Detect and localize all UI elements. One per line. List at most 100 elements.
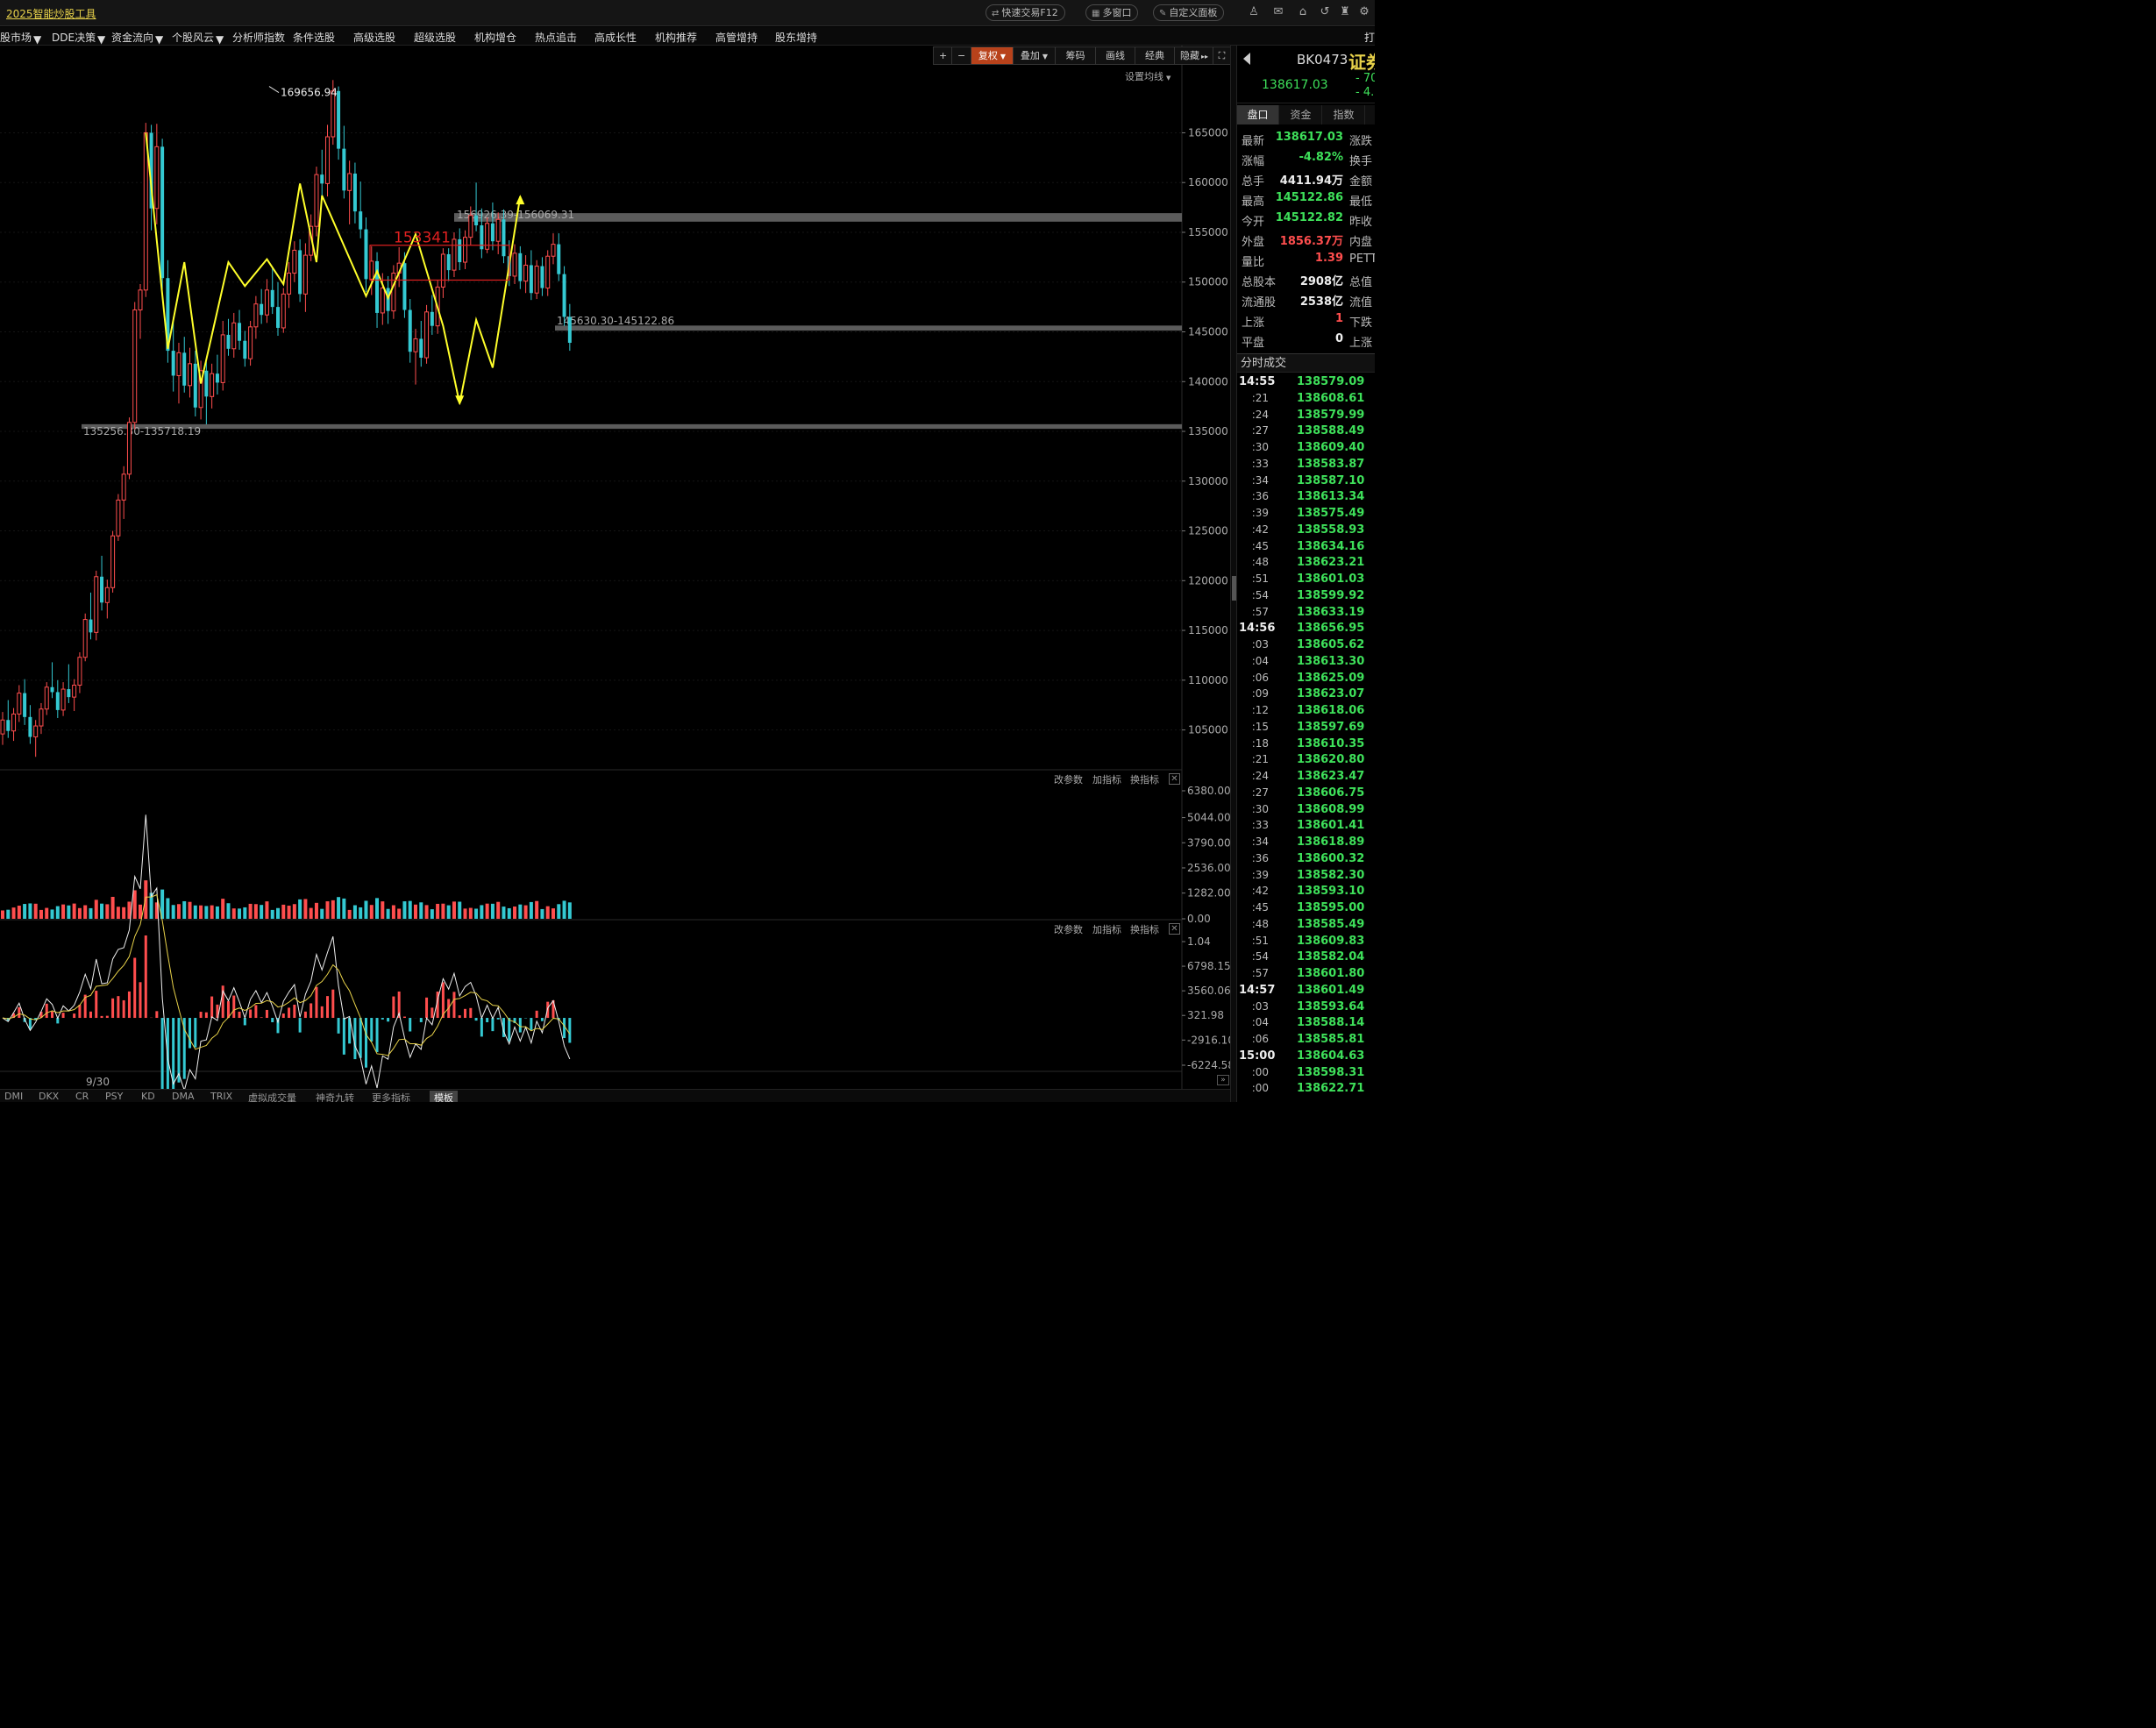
candle-body: [380, 288, 385, 314]
quote-label-secondary: PETTM: [1349, 252, 1375, 266]
menu-item[interactable]: 热点追击: [535, 30, 577, 45]
volume-panel: 6380.00 5044.00 3790.00 2536.00 1282.00 0.00: [1, 785, 1231, 925]
macd-tick-label: 6798.15: [1187, 960, 1231, 972]
menu-item[interactable]: 股东增持: [775, 30, 817, 45]
home-icon[interactable]: ⌂: [1296, 5, 1310, 19]
quote-label: 涨幅: [1242, 155, 1265, 168]
panel-splitter[interactable]: [1230, 46, 1237, 1102]
price-axis: 165000 160000 155000 150000 145000 140000 1350…: [1182, 126, 1228, 736]
tick-time: :57: [1251, 967, 1269, 979]
close-icon[interactable]: ✕: [1169, 923, 1180, 935]
indicator-tab[interactable]: DKX: [39, 1091, 59, 1102]
indicator-tab[interactable]: 模板: [430, 1091, 458, 1102]
indicator-tab[interactable]: KD: [141, 1091, 155, 1102]
overlay-button[interactable]: 叠加 ▼: [1014, 46, 1056, 65]
hide-button[interactable]: 隐藏 ▸▸: [1175, 46, 1213, 65]
ma-settings-button[interactable]: 设置均线 ▼: [1125, 69, 1171, 83]
macd-bar: [139, 982, 142, 1019]
menu-item[interactable]: 高成长性: [594, 30, 637, 45]
volume-tick-label: 2536.00: [1187, 862, 1231, 874]
ticks-list[interactable]: 14:55 138579.09:21 138608.61:24 138579.99:2…: [1237, 373, 1375, 1102]
tab-capital[interactable]: 资金: [1280, 105, 1322, 124]
volume-switch-indicator[interactable]: 换指标: [1130, 772, 1159, 786]
quote-label: 最高: [1242, 196, 1265, 209]
macd-switch-indicator[interactable]: 换指标: [1130, 922, 1159, 936]
candle-body: [490, 223, 495, 242]
quick-trade-button[interactable]: ⇄ 快速交易F12: [985, 4, 1065, 21]
tab-order-book[interactable]: 盘口: [1237, 105, 1279, 124]
candle-body: [391, 273, 396, 312]
menu-item[interactable]: 机构推荐: [655, 30, 697, 45]
candle-body: [352, 174, 357, 212]
custom-panel-button[interactable]: ✎ 自定义面板: [1153, 4, 1225, 21]
volume-bar: [1, 910, 4, 919]
app-title[interactable]: 2025智能炒股工具: [6, 6, 96, 21]
edit-panel-icon: ✎: [1159, 9, 1167, 18]
close-icon[interactable]: ✕: [1169, 773, 1180, 785]
multi-window-button[interactable]: ▦ 多窗口: [1085, 4, 1139, 21]
quote-label: 上涨: [1242, 316, 1265, 330]
volume-add-indicator[interactable]: 加指标: [1092, 772, 1121, 786]
kline-chart[interactable]: 156926.39-156069.31145630.30-145122.8613…: [0, 46, 1234, 1089]
scroll-right-icon[interactable]: »: [1217, 1075, 1229, 1085]
back-icon[interactable]: ↺: [1318, 5, 1332, 19]
volume-bar: [331, 900, 335, 919]
skin-icon[interactable]: ♜: [1338, 5, 1352, 19]
menu-item[interactable]: 分析师指数: [232, 30, 285, 45]
quote-label-secondary: 上涨: [1349, 337, 1373, 350]
tick-time: 14:57: [1239, 983, 1276, 997]
back-arrow-icon[interactable]: [1243, 53, 1250, 65]
menu-item[interactable]: 超级选股: [414, 30, 456, 45]
candle-body: [104, 587, 110, 603]
tick-price: 138605.62: [1297, 638, 1365, 651]
macd-add-indicator[interactable]: 加指标: [1092, 922, 1121, 936]
zoom-in-button[interactable]: +: [933, 46, 952, 65]
tick-row: :21 138608.61: [1237, 390, 1375, 407]
draw-line-button[interactable]: 画线: [1096, 46, 1135, 65]
quote-label-secondary: 内盘: [1349, 236, 1373, 249]
candle-body: [419, 338, 423, 359]
macd-bar: [194, 1018, 197, 1048]
indicator-tab[interactable]: PSY: [105, 1091, 123, 1102]
settings-icon[interactable]: ⚙: [1357, 5, 1371, 19]
macd-bar: [18, 1006, 21, 1019]
quote-label: 总手: [1242, 175, 1265, 188]
menu-item[interactable]: 股市场: [0, 30, 32, 45]
menu-item[interactable]: 个股风云: [172, 30, 214, 45]
menu-item[interactable]: 高管增持: [715, 30, 758, 45]
menu-item[interactable]: 高级选股: [353, 30, 395, 45]
mail-icon[interactable]: ✉: [1271, 5, 1285, 19]
indicator-tab[interactable]: DMI: [4, 1091, 23, 1102]
menu-item[interactable]: 资金流向: [111, 30, 153, 45]
indicator-tab[interactable]: 虚拟成交量: [248, 1091, 296, 1102]
candle-body: [44, 686, 49, 710]
indicator-tab[interactable]: 神奇九转: [316, 1091, 354, 1102]
quote-label-secondary: 涨跌: [1349, 135, 1373, 148]
splitter-handle[interactable]: [1232, 576, 1236, 601]
tick-row: :36 138613.34: [1237, 488, 1375, 505]
user-icon[interactable]: ♙: [1247, 5, 1261, 19]
volume-bar: [314, 902, 318, 919]
classic-button[interactable]: 经典: [1135, 46, 1175, 65]
candle-body: [23, 693, 27, 717]
tab-index[interactable]: 指数: [1323, 105, 1365, 124]
volume-modify-params[interactable]: 改参数: [1054, 772, 1083, 786]
menu-item[interactable]: 机构增仓: [474, 30, 516, 45]
macd-bar: [441, 982, 445, 1019]
indicator-tab[interactable]: CR: [75, 1091, 89, 1102]
fuquan-button[interactable]: 复权 ▼: [971, 46, 1014, 65]
menu-item[interactable]: DDE决策: [52, 30, 96, 45]
chips-button[interactable]: 筹码: [1056, 46, 1096, 65]
zoom-out-button[interactable]: −: [952, 46, 971, 65]
menu-item[interactable]: 条件选股: [293, 30, 335, 45]
volume-bar: [238, 908, 242, 919]
macd-modify-params[interactable]: 改参数: [1054, 922, 1083, 936]
indicator-tab[interactable]: 更多指标: [372, 1091, 410, 1102]
menu-item[interactable]: 打: [1364, 30, 1375, 45]
macd-bar: [508, 1018, 511, 1042]
fullscreen-icon[interactable]: ⛶: [1213, 46, 1231, 65]
candle-body: [523, 264, 529, 282]
indicator-tab[interactable]: DMA: [172, 1091, 195, 1102]
indicator-tab[interactable]: TRIX: [210, 1091, 232, 1102]
volume-tick-label: 6380.00: [1187, 785, 1231, 797]
